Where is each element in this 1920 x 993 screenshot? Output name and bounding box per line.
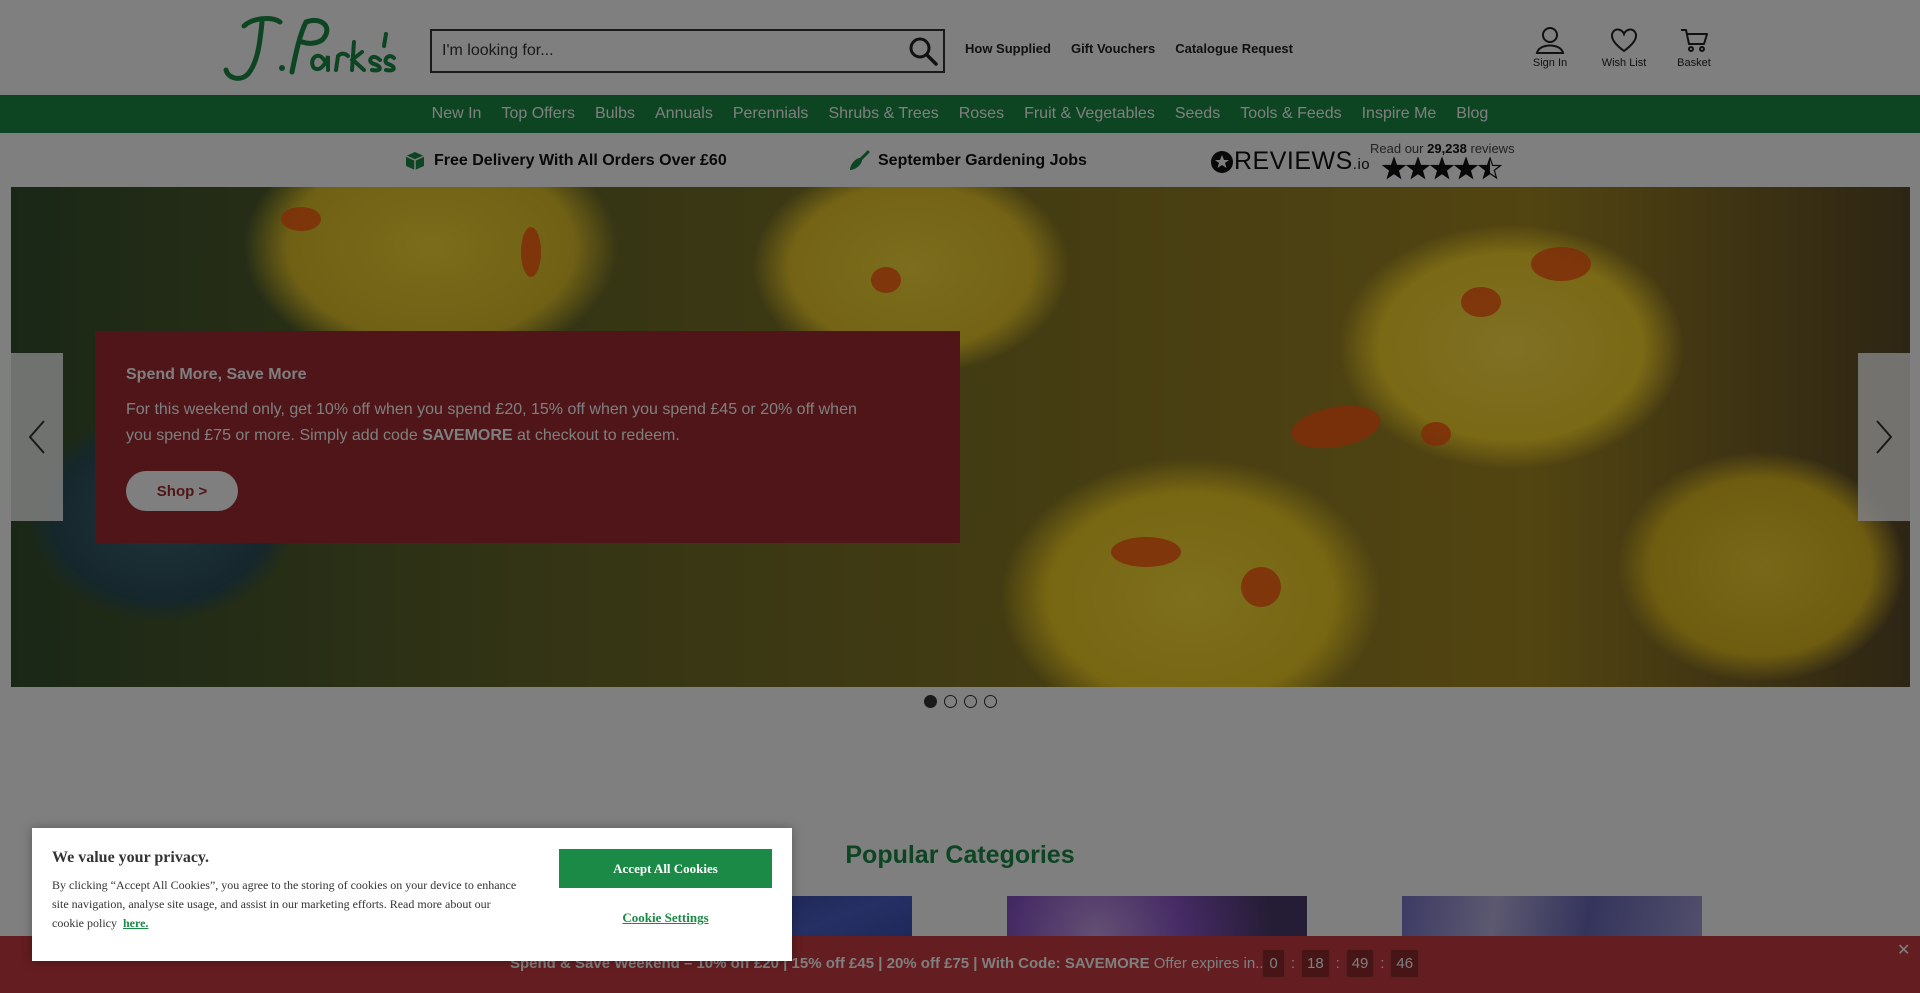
cookie-policy-link[interactable]: here.	[123, 916, 148, 930]
cookie-consent-dialog: We value your privacy. By clicking “Acce…	[32, 828, 792, 961]
cookie-body: By clicking “Accept All Cookies”, you ag…	[52, 878, 517, 930]
cookie-settings-button[interactable]: Cookie Settings	[559, 906, 772, 930]
cookie-title: We value your privacy.	[52, 849, 210, 866]
accept-all-cookies-button[interactable]: Accept All Cookies	[559, 849, 772, 888]
cookie-text: By clicking “Accept All Cookies”, you ag…	[52, 876, 522, 933]
